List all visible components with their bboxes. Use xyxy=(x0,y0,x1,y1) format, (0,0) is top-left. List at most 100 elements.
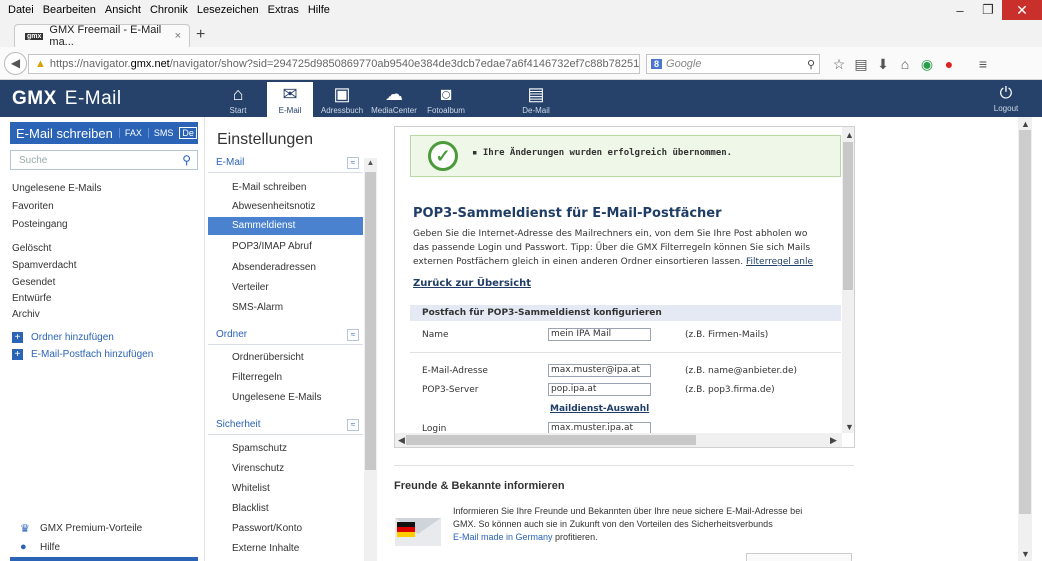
folder-deleted[interactable]: Gelöscht xyxy=(12,243,51,254)
server-input[interactable]: pop.ipa.at xyxy=(548,383,651,396)
folder-sent[interactable]: Gesendet xyxy=(12,277,55,288)
email-input[interactable]: max.muster@ipa.at xyxy=(548,364,651,377)
settings-item-unread[interactable]: Ungelesene E-Mails xyxy=(232,392,322,403)
maximize-icon[interactable]: ❐ xyxy=(974,2,1002,18)
hamburger-menu-icon[interactable]: ≡ xyxy=(972,56,994,72)
settings-item-absence[interactable]: Abwesenheitsnotiz xyxy=(232,201,315,212)
settings-item-spam[interactable]: Spamschutz xyxy=(232,443,287,454)
premium-link[interactable]: ♛ GMX Premium-Vorteile xyxy=(20,522,142,535)
settings-item-filters[interactable]: Filterregeln xyxy=(232,372,282,383)
nav-demail[interactable]: ▤ De-Mail xyxy=(513,82,559,117)
menu-hilfe[interactable]: Hilfe xyxy=(308,4,330,16)
folder-drafts[interactable]: Entwürfe xyxy=(12,293,51,304)
main-scrollbar-thumb[interactable] xyxy=(1019,130,1031,514)
bookmark-star-icon[interactable]: ☆ xyxy=(828,56,850,73)
menu-ansicht[interactable]: Ansicht xyxy=(105,4,141,16)
section-divider xyxy=(394,465,854,466)
section-security[interactable]: Sicherheit ≈ xyxy=(208,419,363,435)
settings-item-password[interactable]: Passwort/Konto xyxy=(232,523,302,534)
scroll-up-icon[interactable]: ▲ xyxy=(365,158,376,167)
section-email[interactable]: E-Mail ≈ xyxy=(208,157,363,173)
search-bar[interactable]: 8 Google ⚲ xyxy=(646,54,820,74)
menu-datei[interactable]: Datei xyxy=(8,4,34,16)
nav-mediacenter[interactable]: ☁ MediaCenter xyxy=(371,82,417,117)
home-button-icon[interactable]: ⌂ xyxy=(894,56,916,72)
demail-compose-button[interactable]: De xyxy=(179,127,197,139)
browser-tab[interactable]: gmx GMX Freemail - E-Mail ma... × xyxy=(14,24,190,48)
help-link[interactable]: ● Hilfe xyxy=(20,541,60,553)
settings-item-sammeldienst[interactable]: Sammeldienst xyxy=(208,217,363,235)
settings-item-blacklist[interactable]: Blacklist xyxy=(232,503,269,514)
folder-inbox[interactable]: Posteingang xyxy=(12,219,68,230)
folder-unread[interactable]: Ungelesene E-Mails xyxy=(12,183,102,194)
name-label: Name xyxy=(422,330,449,340)
downloads-icon[interactable]: ⬇ xyxy=(872,56,894,73)
mail-search-input[interactable]: Suche ⚲ xyxy=(10,150,198,170)
nav-adressbuch[interactable]: ▣ Adressbuch xyxy=(319,82,365,117)
nav-email[interactable]: ✉ E-Mail xyxy=(267,82,313,117)
settings-item-whitelist[interactable]: Whitelist xyxy=(232,483,270,494)
add-folder-link[interactable]: + Ordner hinzufügen xyxy=(12,332,114,343)
menu-bearbeiten[interactable]: Bearbeiten xyxy=(43,4,96,16)
filter-rule-link[interactable]: Filterregel anle xyxy=(746,257,813,267)
search-icon[interactable]: ⚲ xyxy=(807,58,815,71)
frame-scroll-down-icon[interactable]: ▼ xyxy=(845,422,854,432)
settings-item-virus[interactable]: Virenschutz xyxy=(232,463,284,474)
folder-favorites[interactable]: Favoriten xyxy=(12,201,54,212)
minimize-icon[interactable]: – xyxy=(946,3,974,18)
settings-item-external[interactable]: Externe Inhalte xyxy=(232,543,299,554)
adblock-icon[interactable]: ● xyxy=(938,56,960,72)
collapse-icon[interactable]: ≈ xyxy=(347,329,359,341)
collapse-icon[interactable]: ≈ xyxy=(347,157,359,169)
frame-scroll-right-icon[interactable]: ▶ xyxy=(830,435,837,446)
collapse-icon[interactable]: ≈ xyxy=(347,419,359,431)
logout-button[interactable]: ⏻ Logout xyxy=(986,84,1026,113)
search-engine-icon[interactable]: 8 xyxy=(651,59,663,69)
tab-close-icon[interactable]: × xyxy=(175,30,181,42)
nav-start-label: Start xyxy=(229,106,247,115)
settings-item-pop3[interactable]: POP3/IMAP Abruf xyxy=(232,241,312,252)
url-bar[interactable]: ▲ https://navigator. gmx.net/navigator/sh… xyxy=(28,54,640,74)
email-made-in-germany-link[interactable]: E-Mail made in Germany xyxy=(453,532,553,542)
login-input[interactable]: max.muster.ipa.at xyxy=(548,422,651,433)
frame-scroll-left-icon[interactable]: ◀ xyxy=(398,435,405,446)
nav-fotoalbum[interactable]: ◙ Fotoalbum xyxy=(423,82,469,117)
back-to-overview-link[interactable]: Zurück zur Übersicht xyxy=(413,278,531,289)
frame-scroll-up-icon[interactable]: ▲ xyxy=(845,130,854,140)
settings-item-compose[interactable]: E-Mail schreiben xyxy=(232,182,306,193)
back-arrow-icon[interactable]: ◀ xyxy=(4,52,27,75)
folder-archive[interactable]: Archiv xyxy=(12,309,40,320)
settings-scrollbar-thumb[interactable] xyxy=(365,172,376,470)
main-scroll-up-icon[interactable]: ▲ xyxy=(1021,119,1030,129)
main-scroll-down-icon[interactable]: ▼ xyxy=(1021,549,1030,559)
reading-list-icon[interactable]: ▤ xyxy=(850,56,872,73)
frame-hscrollbar-thumb[interactable] xyxy=(406,435,696,445)
menu-extras[interactable]: Extras xyxy=(268,4,299,16)
inform-friends-button[interactable] xyxy=(746,553,852,561)
settings-item-sms[interactable]: SMS-Alarm xyxy=(232,302,283,313)
search-icon[interactable]: ⚲ xyxy=(182,153,191,167)
section-folders[interactable]: Ordner ≈ xyxy=(208,329,363,345)
compose-button[interactable]: E-Mail schreiben FAX SMS De xyxy=(10,122,198,144)
gmx-logo[interactable]: GMX E-Mail xyxy=(12,88,122,110)
settings-item-sender[interactable]: Absenderadressen xyxy=(232,262,316,273)
maildienst-link[interactable]: Maildienst-Auswahl xyxy=(550,404,649,414)
folder-spam[interactable]: Spamverdacht xyxy=(12,260,76,271)
help-label: Hilfe xyxy=(40,541,61,553)
nav-mediacenter-label: MediaCenter xyxy=(371,106,417,115)
new-tab-button[interactable]: + xyxy=(196,26,205,44)
settings-item-distribution[interactable]: Verteiler xyxy=(232,282,269,293)
menu-lesezeichen[interactable]: Lesezeichen xyxy=(197,4,259,16)
name-input[interactable]: mein IPA Mail xyxy=(548,328,651,341)
nav-start[interactable]: ⌂ Start xyxy=(215,82,261,117)
frame-vscrollbar-thumb[interactable] xyxy=(843,142,853,290)
add-mailbox-link[interactable]: + E-Mail-Postfach hinzufügen xyxy=(12,349,153,360)
close-window-icon[interactable]: ✕ xyxy=(1002,0,1042,20)
gmx-logo-text: GMX xyxy=(12,88,57,109)
settings-item-folder-overview[interactable]: Ordnerübersicht xyxy=(232,352,304,363)
search-bar-placeholder: Google xyxy=(666,58,702,70)
fax-button[interactable]: FAX xyxy=(118,128,142,138)
addon-green-icon[interactable]: ◉ xyxy=(916,56,938,73)
sms-button[interactable]: SMS xyxy=(147,128,173,138)
menu-chronik[interactable]: Chronik xyxy=(150,4,188,16)
